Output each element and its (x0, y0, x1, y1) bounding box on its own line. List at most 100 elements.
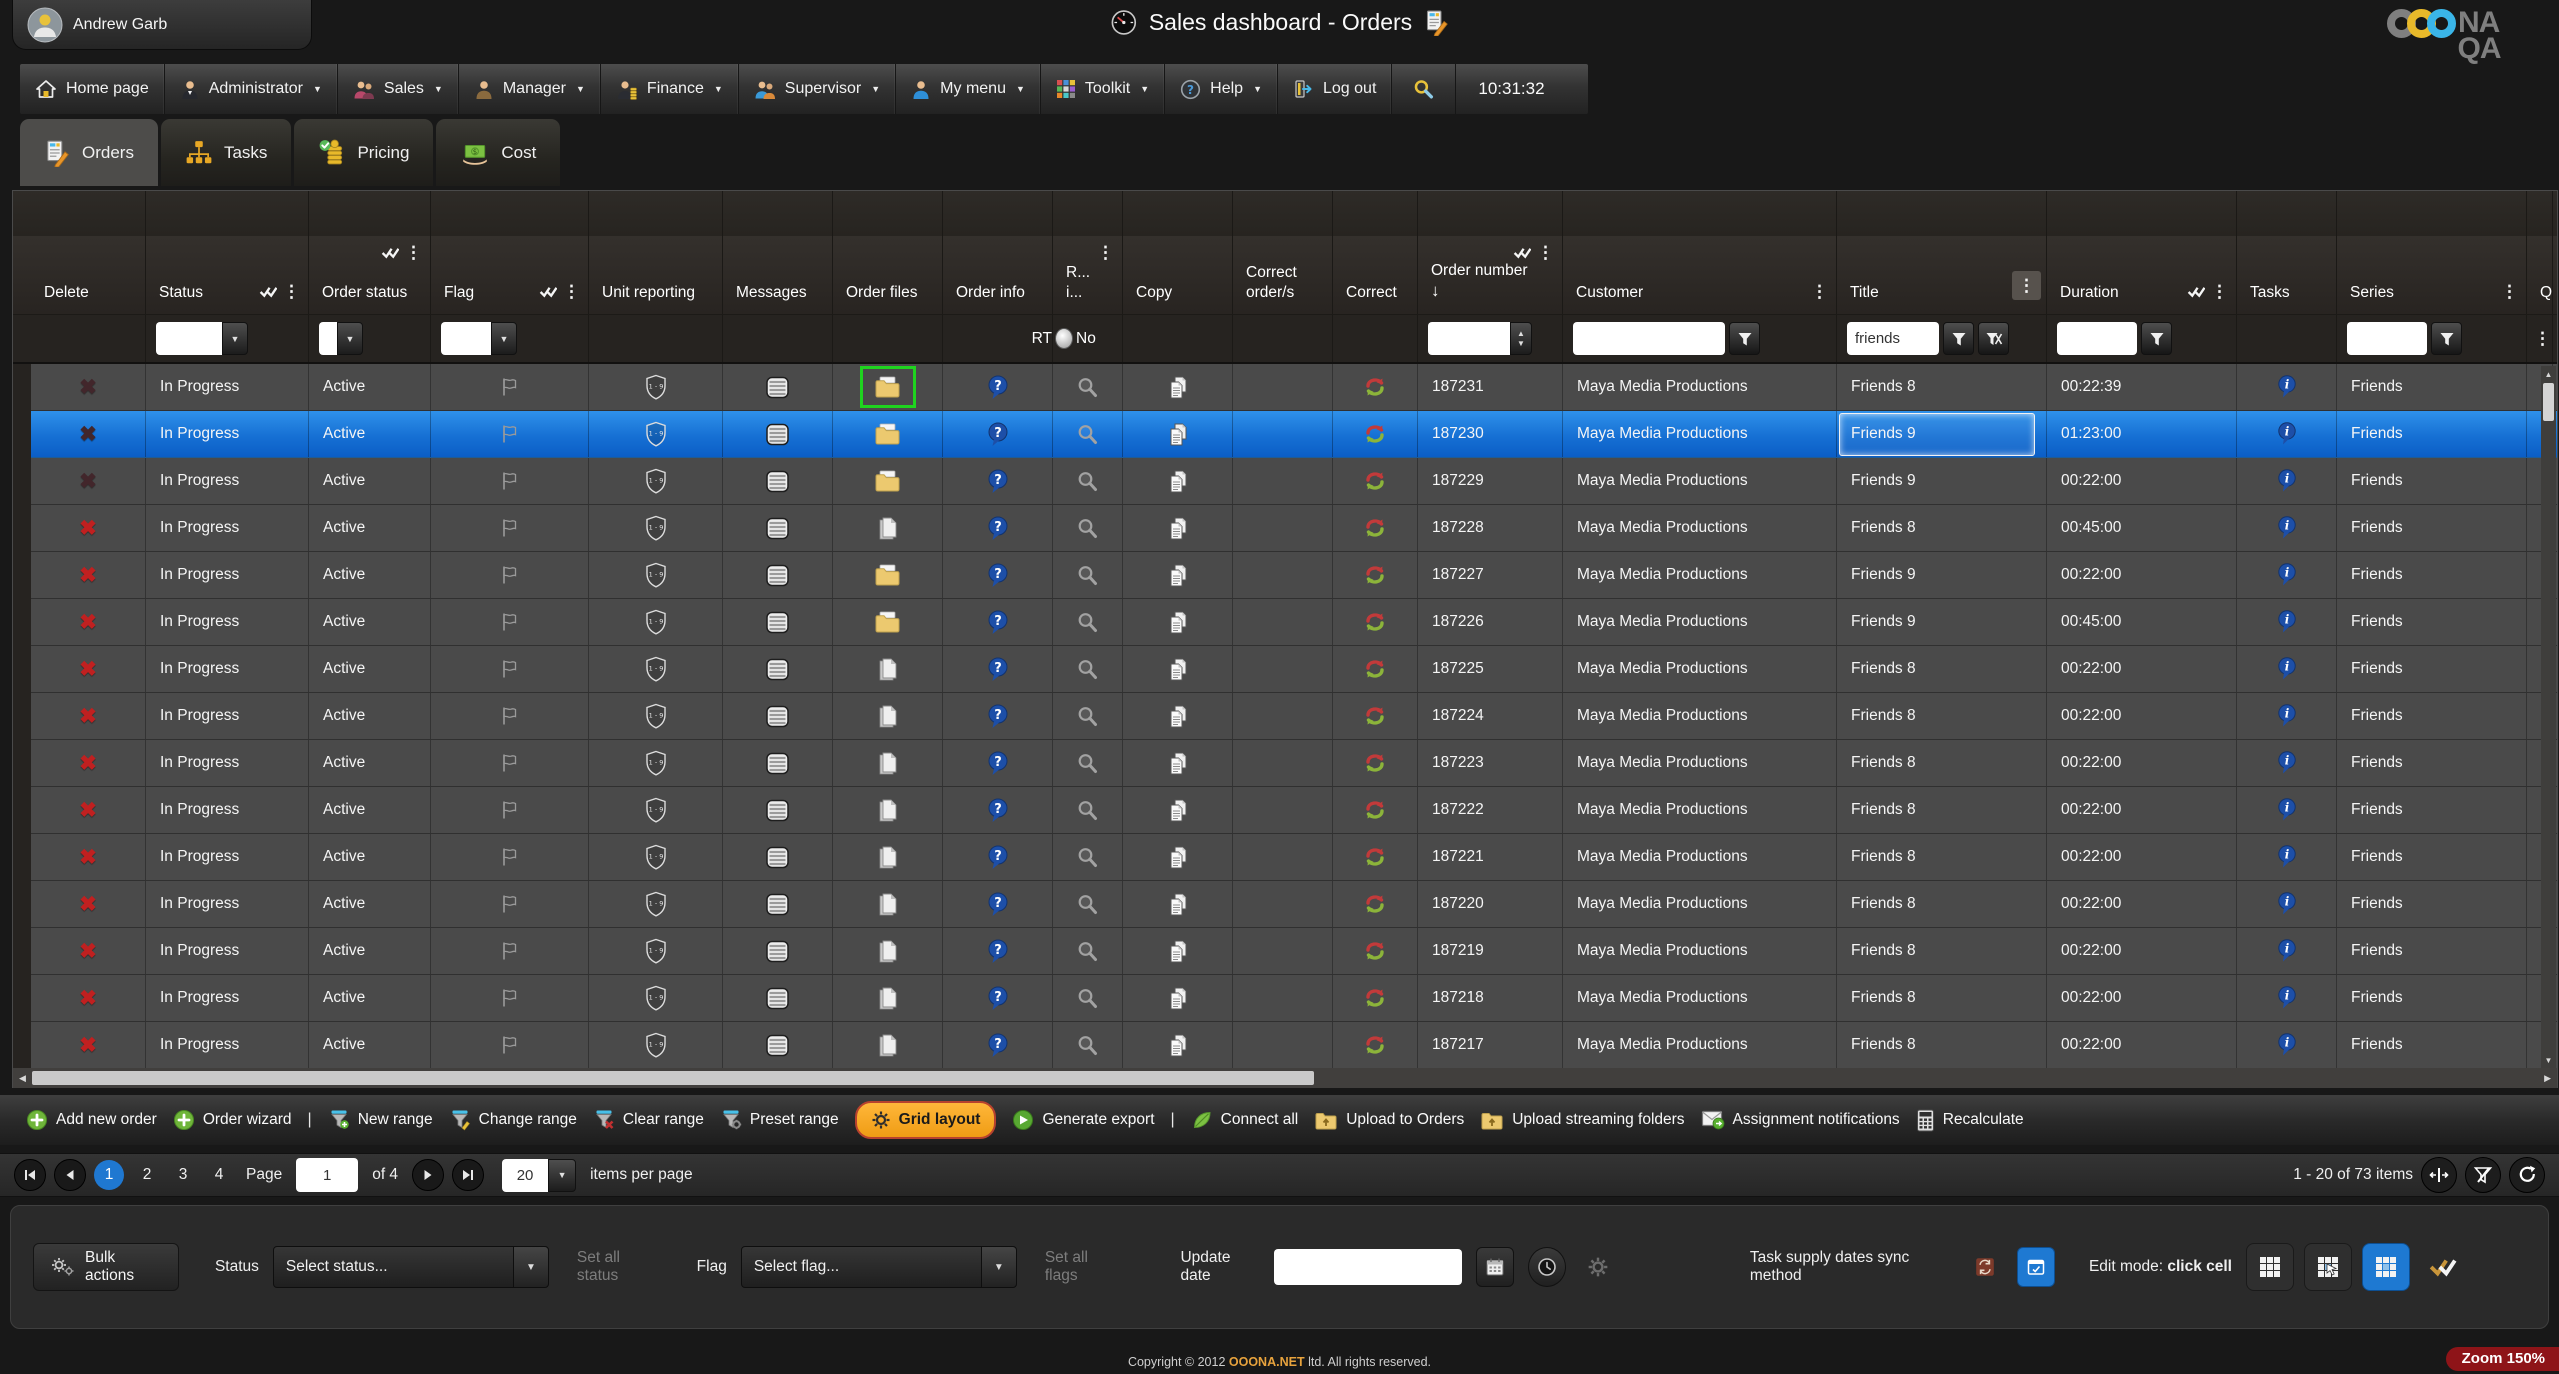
shield-icon[interactable]: 1 - 9 (644, 421, 668, 447)
first-page-button[interactable] (14, 1159, 46, 1191)
status-filter-dropdown[interactable]: ▼ (156, 322, 248, 355)
cell-status[interactable]: In Progress (146, 1022, 309, 1068)
scroll-up-icon[interactable]: ▲ (2545, 366, 2553, 383)
shield-icon[interactable]: 1 - 9 (644, 515, 668, 541)
messages-icon[interactable] (765, 893, 790, 916)
shield-icon[interactable]: 1 - 9 (644, 891, 668, 917)
cell-series[interactable]: Friends (2337, 881, 2527, 927)
cell-order-number[interactable]: 187224 (1418, 693, 1563, 739)
column-header-order-number[interactable]: Order number ↓ ⋮ (1418, 236, 1563, 314)
shield-icon[interactable]: 1 - 9 (644, 609, 668, 635)
sync-method-manual-button[interactable] (1967, 1248, 2003, 1286)
cell-delete[interactable]: ✖ (31, 411, 146, 457)
menu-item-help[interactable]: ?Help▼ (1165, 64, 1278, 114)
cell-messages[interactable] (723, 975, 833, 1021)
flag-outline-icon[interactable] (499, 846, 521, 868)
cell-series[interactable]: Friends (2337, 975, 2527, 1021)
spinner-down-icon[interactable]: ▼ (1517, 339, 1525, 348)
menu-item-manager[interactable]: Manager▼ (459, 64, 601, 114)
copy-icon[interactable] (1167, 422, 1189, 447)
delete-x-icon[interactable]: ✖ (79, 845, 97, 870)
messages-icon[interactable] (765, 564, 790, 587)
column-header-order-info[interactable]: Order info (943, 236, 1053, 314)
messages-icon[interactable] (765, 987, 790, 1010)
cell-copy[interactable] (1123, 458, 1233, 504)
cell-review[interactable] (1053, 693, 1123, 739)
delete-x-icon[interactable]: ✖ (79, 939, 97, 964)
apply-all-button[interactable] (2420, 1244, 2466, 1290)
magnifier-icon[interactable] (1076, 423, 1099, 446)
cell-duration[interactable]: 00:22:00 (2047, 834, 2237, 880)
shield-icon[interactable]: 1 - 9 (644, 374, 668, 400)
cell-tasks[interactable]: i (2237, 1022, 2337, 1068)
cell-title[interactable]: Friends 8 (1837, 834, 2047, 880)
delete-x-icon[interactable]: ✖ (79, 798, 97, 823)
cell-order-files[interactable] (833, 505, 943, 551)
cell-messages[interactable] (723, 411, 833, 457)
cell-messages[interactable] (723, 364, 833, 410)
copy-icon[interactable] (1167, 986, 1189, 1011)
cell-order-number[interactable]: 187217 (1418, 1022, 1563, 1068)
cell-series[interactable]: Friends (2337, 505, 2527, 551)
cell-unit-reporting[interactable]: 1 - 9 (589, 599, 723, 645)
cell-order-files[interactable] (833, 928, 943, 974)
cell-order-number[interactable]: 187219 (1418, 928, 1563, 974)
cell-correct-orders[interactable] (1233, 599, 1333, 645)
cell-status[interactable]: In Progress (146, 552, 309, 598)
copy-icon[interactable] (1167, 657, 1189, 682)
info-bubble-icon[interactable]: i (2277, 939, 2297, 963)
cell-title[interactable]: Friends 9 (1837, 599, 2047, 645)
cell-order-info[interactable]: ? (943, 881, 1053, 927)
page-number-3[interactable]: 3 (170, 1160, 196, 1190)
info-bubble-icon[interactable]: i (2277, 798, 2297, 822)
cell-unit-reporting[interactable]: 1 - 9 (589, 646, 723, 692)
add-new-order-button[interactable]: Add new order (26, 1109, 157, 1131)
cell-order-files[interactable] (833, 834, 943, 880)
rt-toggle[interactable] (1055, 328, 1073, 349)
messages-icon[interactable] (765, 423, 790, 446)
tab-tasks[interactable]: Tasks (161, 119, 291, 186)
info-bubble-icon[interactable]: i (2277, 1033, 2297, 1057)
delete-x-icon[interactable]: ✖ (79, 516, 97, 541)
time-picker-button[interactable] (1528, 1247, 1566, 1287)
page-number-input[interactable] (296, 1158, 358, 1192)
cell-status[interactable]: In Progress (146, 364, 309, 410)
question-bubble-icon[interactable]: ? (987, 798, 1009, 823)
cell-correct-orders[interactable] (1233, 505, 1333, 551)
cell-order-info[interactable]: ? (943, 1022, 1053, 1068)
cell-title[interactable]: Friends 9 (1837, 552, 2047, 598)
cell-copy[interactable] (1123, 693, 1233, 739)
cell-order-files[interactable] (833, 693, 943, 739)
cell-order-info[interactable]: ? (943, 505, 1053, 551)
messages-icon[interactable] (765, 705, 790, 728)
question-bubble-icon[interactable]: ? (987, 751, 1009, 776)
cell-title[interactable]: Friends 9 (1837, 458, 2047, 504)
cell-messages[interactable] (723, 787, 833, 833)
cell-tasks[interactable]: i (2237, 975, 2337, 1021)
cell-title[interactable]: Friends 8 (1837, 364, 2047, 410)
question-bubble-icon[interactable]: ? (987, 657, 1009, 682)
flag-outline-icon[interactable] (499, 987, 521, 1009)
cell-copy[interactable] (1123, 411, 1233, 457)
copy-icon[interactable] (1167, 516, 1189, 541)
cell-review[interactable] (1053, 599, 1123, 645)
cell-title[interactable]: Friends 8 (1837, 975, 2047, 1021)
cell-copy[interactable] (1123, 834, 1233, 880)
shield-icon[interactable]: 1 - 9 (644, 468, 668, 494)
page-number-4[interactable]: 4 (206, 1160, 232, 1190)
menu-item-finance[interactable]: Finance▼ (601, 64, 739, 114)
flag-outline-icon[interactable] (499, 799, 521, 821)
swoosh-icon[interactable] (1363, 845, 1387, 869)
cell-delete[interactable]: ✖ (31, 1022, 146, 1068)
focused-cell[interactable]: Friends 9 (1839, 413, 2035, 456)
cell-tasks[interactable]: i (2237, 740, 2337, 786)
flag-outline-icon[interactable] (499, 940, 521, 962)
filter-funnel-icon[interactable] (1729, 322, 1760, 355)
cell-title[interactable]: Friends 8 (1837, 693, 2047, 739)
cell-tasks[interactable]: i (2237, 928, 2337, 974)
column-menu-icon[interactable]: ⋮ (560, 283, 583, 300)
cell-correct[interactable] (1333, 693, 1418, 739)
copy-icon[interactable] (1167, 610, 1189, 635)
cell-tasks[interactable]: i (2237, 693, 2337, 739)
clear-range-button[interactable]: Clear range (593, 1109, 704, 1131)
